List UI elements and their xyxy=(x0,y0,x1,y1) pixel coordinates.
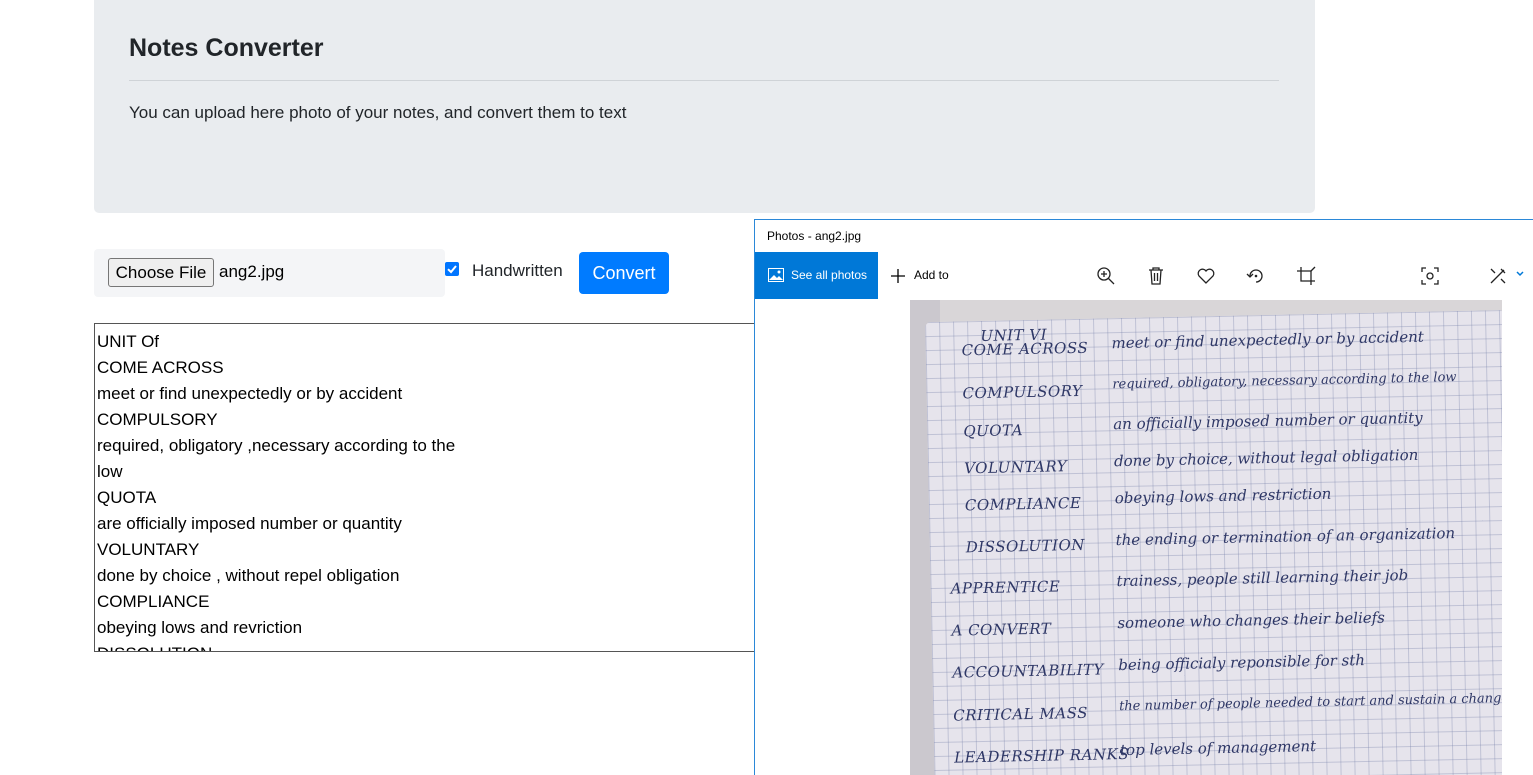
notes-definition: being officialy reponsible for sth xyxy=(1118,650,1366,675)
heart-icon[interactable] xyxy=(1196,266,1216,286)
window-title: Photos - ang2.jpg xyxy=(767,229,862,243)
notes-term: LEADERSHIP RANKS xyxy=(953,744,1130,767)
notebook-page: UNIT VI COME ACROSS meet or find unexpect… xyxy=(925,309,1502,775)
converted-text-line: done by choice , without repel obligatio… xyxy=(97,566,400,585)
rotate-icon[interactable] xyxy=(1246,266,1266,286)
chevron-down-icon[interactable] xyxy=(1515,269,1525,279)
notes-definition: trainess, people still learning their jo… xyxy=(1116,566,1409,591)
notes-definition: meet or find unexpectedly or by accident xyxy=(1111,327,1425,353)
checkmark-icon xyxy=(447,265,457,274)
visual-search-icon[interactable] xyxy=(1420,266,1440,286)
header-jumbotron: Notes Converter You can upload here phot… xyxy=(94,0,1315,213)
notes-term: COMPLIANCE xyxy=(964,493,1082,515)
handwritten-checkbox[interactable] xyxy=(445,262,459,276)
see-all-photos-button[interactable]: See all photos xyxy=(755,252,878,299)
convert-button[interactable]: Convert xyxy=(579,252,669,294)
add-to-button[interactable]: Add to xyxy=(890,252,960,299)
photo-viewer-image[interactable]: UNIT VI COME ACROSS meet or find unexpect… xyxy=(910,300,1502,775)
see-all-photos-label: See all photos xyxy=(791,268,868,282)
notes-definition: obeying lows and restriction xyxy=(1114,484,1332,508)
notes-term: COME ACROSS xyxy=(961,338,1089,360)
zoom-in-icon[interactable] xyxy=(1096,266,1116,286)
page-title: Notes Converter xyxy=(129,34,324,62)
file-input-group: Choose File ang2.jpg xyxy=(94,249,445,297)
converted-text-line: UNIT Of xyxy=(97,332,160,351)
notes-term: A CONVERT xyxy=(951,619,1052,640)
converted-text-line: low xyxy=(97,462,123,481)
notes-term: DISSOLUTION xyxy=(965,535,1086,557)
add-to-label: Add to xyxy=(914,268,949,282)
notes-term: QUOTA xyxy=(963,421,1024,441)
edit-icon[interactable] xyxy=(1488,266,1508,286)
converted-text-line: obeying lows and revriction xyxy=(97,618,303,637)
plus-icon xyxy=(891,269,905,283)
converted-text-line: COMPLIANCE xyxy=(97,592,210,611)
notes-definition: someone who changes their beliefs xyxy=(1117,608,1386,633)
notes-definition: the ending or termination of an organiza… xyxy=(1115,524,1456,550)
notes-definition: the number of people needed to start and… xyxy=(1118,690,1502,715)
header-divider xyxy=(129,80,1279,81)
selected-file-name: ang2.jpg xyxy=(219,262,285,281)
notes-term: ACCOUNTABILITY xyxy=(952,660,1105,682)
notes-definition: top levels of management xyxy=(1119,737,1317,760)
converted-text-line: DISSOLUTION xyxy=(97,641,455,651)
handwritten-label[interactable]: Handwritten xyxy=(472,261,563,281)
notes-term: VOLUNTARY xyxy=(963,457,1068,478)
converted-text-line: COMPULSORY xyxy=(97,410,218,429)
notes-definition: required, obligatory, necessary accordin… xyxy=(1112,370,1457,393)
converted-text-line: meet or find unexpectedly or by accident xyxy=(97,384,403,403)
notes-term: CRITICAL MASS xyxy=(953,703,1089,725)
converted-text-line: are officially imposed number or quantit… xyxy=(97,514,402,533)
converted-text-line: COME ACROSS xyxy=(97,358,224,377)
choose-file-button[interactable]: Choose File xyxy=(108,258,214,287)
converted-text-line: required, obligatory ,necessary accordin… xyxy=(97,436,456,455)
notes-definition: an officially imposed number or quantity xyxy=(1113,408,1423,434)
converted-text-area[interactable]: UNIT Of COME ACROSS meet or find unexpecte… xyxy=(94,323,762,652)
notes-term: APPRENTICE xyxy=(950,577,1061,598)
converted-text-line: QUOTA xyxy=(97,488,157,507)
converted-text-content: UNIT Of COME ACROSS meet or find unexpecte… xyxy=(97,329,456,651)
photos-window[interactable]: Photos - ang2.jpg See all photos Add to xyxy=(754,219,1533,775)
delete-icon[interactable] xyxy=(1146,266,1166,286)
page-lead: You can upload here photo of your notes,… xyxy=(129,103,627,122)
notes-term: COMPULSORY xyxy=(962,381,1083,403)
converted-text-line: VOLUNTARY xyxy=(97,540,200,559)
notes-definition: done by choice, without legal obligation xyxy=(1113,445,1419,471)
crop-icon[interactable] xyxy=(1296,266,1316,286)
photo-gallery-icon xyxy=(768,268,784,282)
